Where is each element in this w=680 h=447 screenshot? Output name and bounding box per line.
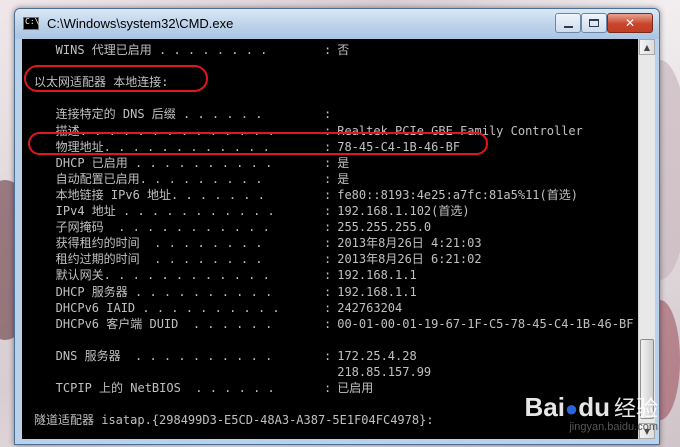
console-line-label: DHCPv6 客户端 DUID . . . . . . xyxy=(34,316,273,331)
console-line-value: 255.255.255.0 xyxy=(330,220,432,235)
console-line-label: 隧道适配器 isatap.{298499D3-E5CD-48A3-A387-5E… xyxy=(34,413,434,428)
close-icon: ✕ xyxy=(624,16,636,30)
console-line-value: 否 xyxy=(330,43,350,57)
console-line-separator: : xyxy=(324,107,332,122)
console-line-value: 192.168.1.1 xyxy=(330,284,417,299)
minimize-icon xyxy=(563,26,573,28)
console-line-label: DHCP 服务器 . . . . . . . . . . xyxy=(34,284,273,299)
cmd-app-icon[interactable] xyxy=(23,17,39,30)
console-line-value: Realtek PCIe GBE Family Controller xyxy=(330,123,583,138)
console-line: 以太网适配器 本地连接: xyxy=(34,74,168,90)
console-line: DHCPv6 客户端 DUID . . . . . .: 00-01-00-01… xyxy=(34,316,634,332)
console-line-label: 以太网适配器 本地连接: xyxy=(34,75,169,90)
scroll-up-button[interactable]: ▲ xyxy=(639,39,655,55)
console-line: WINS 代理已启用 . . . . . . . .: 否 xyxy=(34,42,350,58)
console-line-label: 子网掩码 . . . . . . . . . . . xyxy=(34,220,270,235)
window-title: C:\Windows\system32\CMD.exe xyxy=(47,16,234,31)
baidu-watermark: Bai●du 经验 jingyan.baidu.com xyxy=(524,391,658,433)
console-line-value: 已启用 xyxy=(330,381,374,396)
minimize-button[interactable] xyxy=(555,13,581,33)
console-line: 218.85.157.99 xyxy=(34,364,431,380)
vertical-scrollbar[interactable]: ▲ ▼ xyxy=(638,39,655,439)
console-line-label: 自动配置已启用. . . . . . . . . xyxy=(34,171,263,186)
console-line-value: 是 xyxy=(330,155,350,170)
console-line: DHCP 已启用 . . . . . . . . . .: 是 xyxy=(34,155,350,171)
console-line-value: 78-45-C4-1B-46-BF xyxy=(330,139,461,154)
console-line-label: 默认网关. . . . . . . . . . . . xyxy=(34,268,270,283)
cmd-window: C:\Windows\system32\CMD.exe ✕ WINS 代理已启用… xyxy=(14,8,660,445)
console-line-label: 物理地址. . . . . . . . . . . . xyxy=(34,139,270,154)
console-line-label: 描述. . . . . . . . . . . . . . xyxy=(34,123,275,138)
console-line-value: 192.168.1.1 xyxy=(330,268,417,283)
title-bar[interactable]: C:\Windows\system32\CMD.exe ✕ xyxy=(15,9,659,39)
close-button[interactable]: ✕ xyxy=(607,13,653,33)
console-line-value: 是 xyxy=(330,171,350,186)
console-line: 物理地址. . . . . . . . . . . .: 78-45-C4-1B… xyxy=(34,139,460,155)
paw-icon: ● xyxy=(564,396,579,421)
console-line-label: DHCP 已启用 . . . . . . . . . . xyxy=(34,155,273,170)
maximize-button[interactable] xyxy=(581,13,607,33)
console-line-value: 2013年8月26日 6:21:02 xyxy=(330,252,482,267)
console-line: IPv4 地址 . . . . . . . . . . .: 192.168.1… xyxy=(34,203,470,219)
console-line-label: 连接特定的 DNS 后缀 . . . . . . xyxy=(34,107,263,122)
console-line: TCPIP 上的 NetBIOS . . . . . .: 已启用 xyxy=(34,380,374,396)
console-line-label: 本地链接 IPv6 地址. . . . . . . xyxy=(34,187,265,202)
console-line-label: TCPIP 上的 NetBIOS . . . . . . xyxy=(34,381,275,396)
console-line: 子网掩码 . . . . . . . . . . .: 255.255.255.… xyxy=(34,219,431,235)
console-line: 连接特定的 DNS 后缀 . . . . . .: xyxy=(34,106,332,122)
console-line-value: fe80::8193:4e25:a7fc:81a5%11(首选) xyxy=(330,187,578,202)
console-line-value: 00-01-00-01-19-67-1F-C5-78-45-C4-1B-46-B… xyxy=(330,316,634,331)
console-line: DHCP 服务器 . . . . . . . . . .: 192.168.1.… xyxy=(34,284,417,300)
baidu-logo: Bai●du 经验 xyxy=(524,392,658,422)
console-line: 默认网关. . . . . . . . . . . .: 192.168.1.1 xyxy=(34,267,417,283)
console-line-label: 获得租约的时间 . . . . . . . . xyxy=(34,236,263,251)
console-line-label: DNS 服务器 . . . . . . . . . . xyxy=(34,348,273,363)
console-line-value: 192.168.1.102(首选) xyxy=(330,204,470,218)
console-line-label: DHCPv6 IAID . . . . . . . . . . xyxy=(34,300,280,315)
console-line: DHCPv6 IAID . . . . . . . . . .: 2427632… xyxy=(34,300,403,316)
console-line-label: 租约过期的时间 . . . . . . . . xyxy=(34,252,263,267)
console-line: DNS 服务器 . . . . . . . . . .: 172.25.4.28 xyxy=(34,348,417,364)
console-line-value: 2013年8月26日 4:21:03 xyxy=(330,236,482,251)
console-output[interactable]: WINS 代理已启用 . . . . . . . .: 否以太网适配器 本地连接… xyxy=(22,39,638,439)
console-line-label: WINS 代理已启用 . . . . . . . . xyxy=(34,43,268,57)
console-line: 描述. . . . . . . . . . . . . .: Realtek P… xyxy=(34,123,583,139)
console-line-value: 242763204 xyxy=(330,300,403,315)
console-line: 租约过期的时间 . . . . . . . .: 2013年8月26日 6:21… xyxy=(34,251,482,267)
maximize-icon xyxy=(589,19,599,27)
console-line: 本地链接 IPv6 地址. . . . . . .: fe80::8193:4e… xyxy=(34,187,578,203)
console-line: 自动配置已启用. . . . . . . . .: 是 xyxy=(34,171,350,187)
console-line-value: 172.25.4.28 xyxy=(330,348,417,363)
console-line: 获得租约的时间 . . . . . . . .: 2013年8月26日 4:21… xyxy=(34,235,482,251)
console-line-value: 218.85.157.99 xyxy=(330,365,432,379)
console-line: 隧道适配器 isatap.{298499D3-E5CD-48A3-A387-5E… xyxy=(34,412,434,428)
console-line-label: IPv4 地址 . . . . . . . . . . . xyxy=(34,204,275,218)
